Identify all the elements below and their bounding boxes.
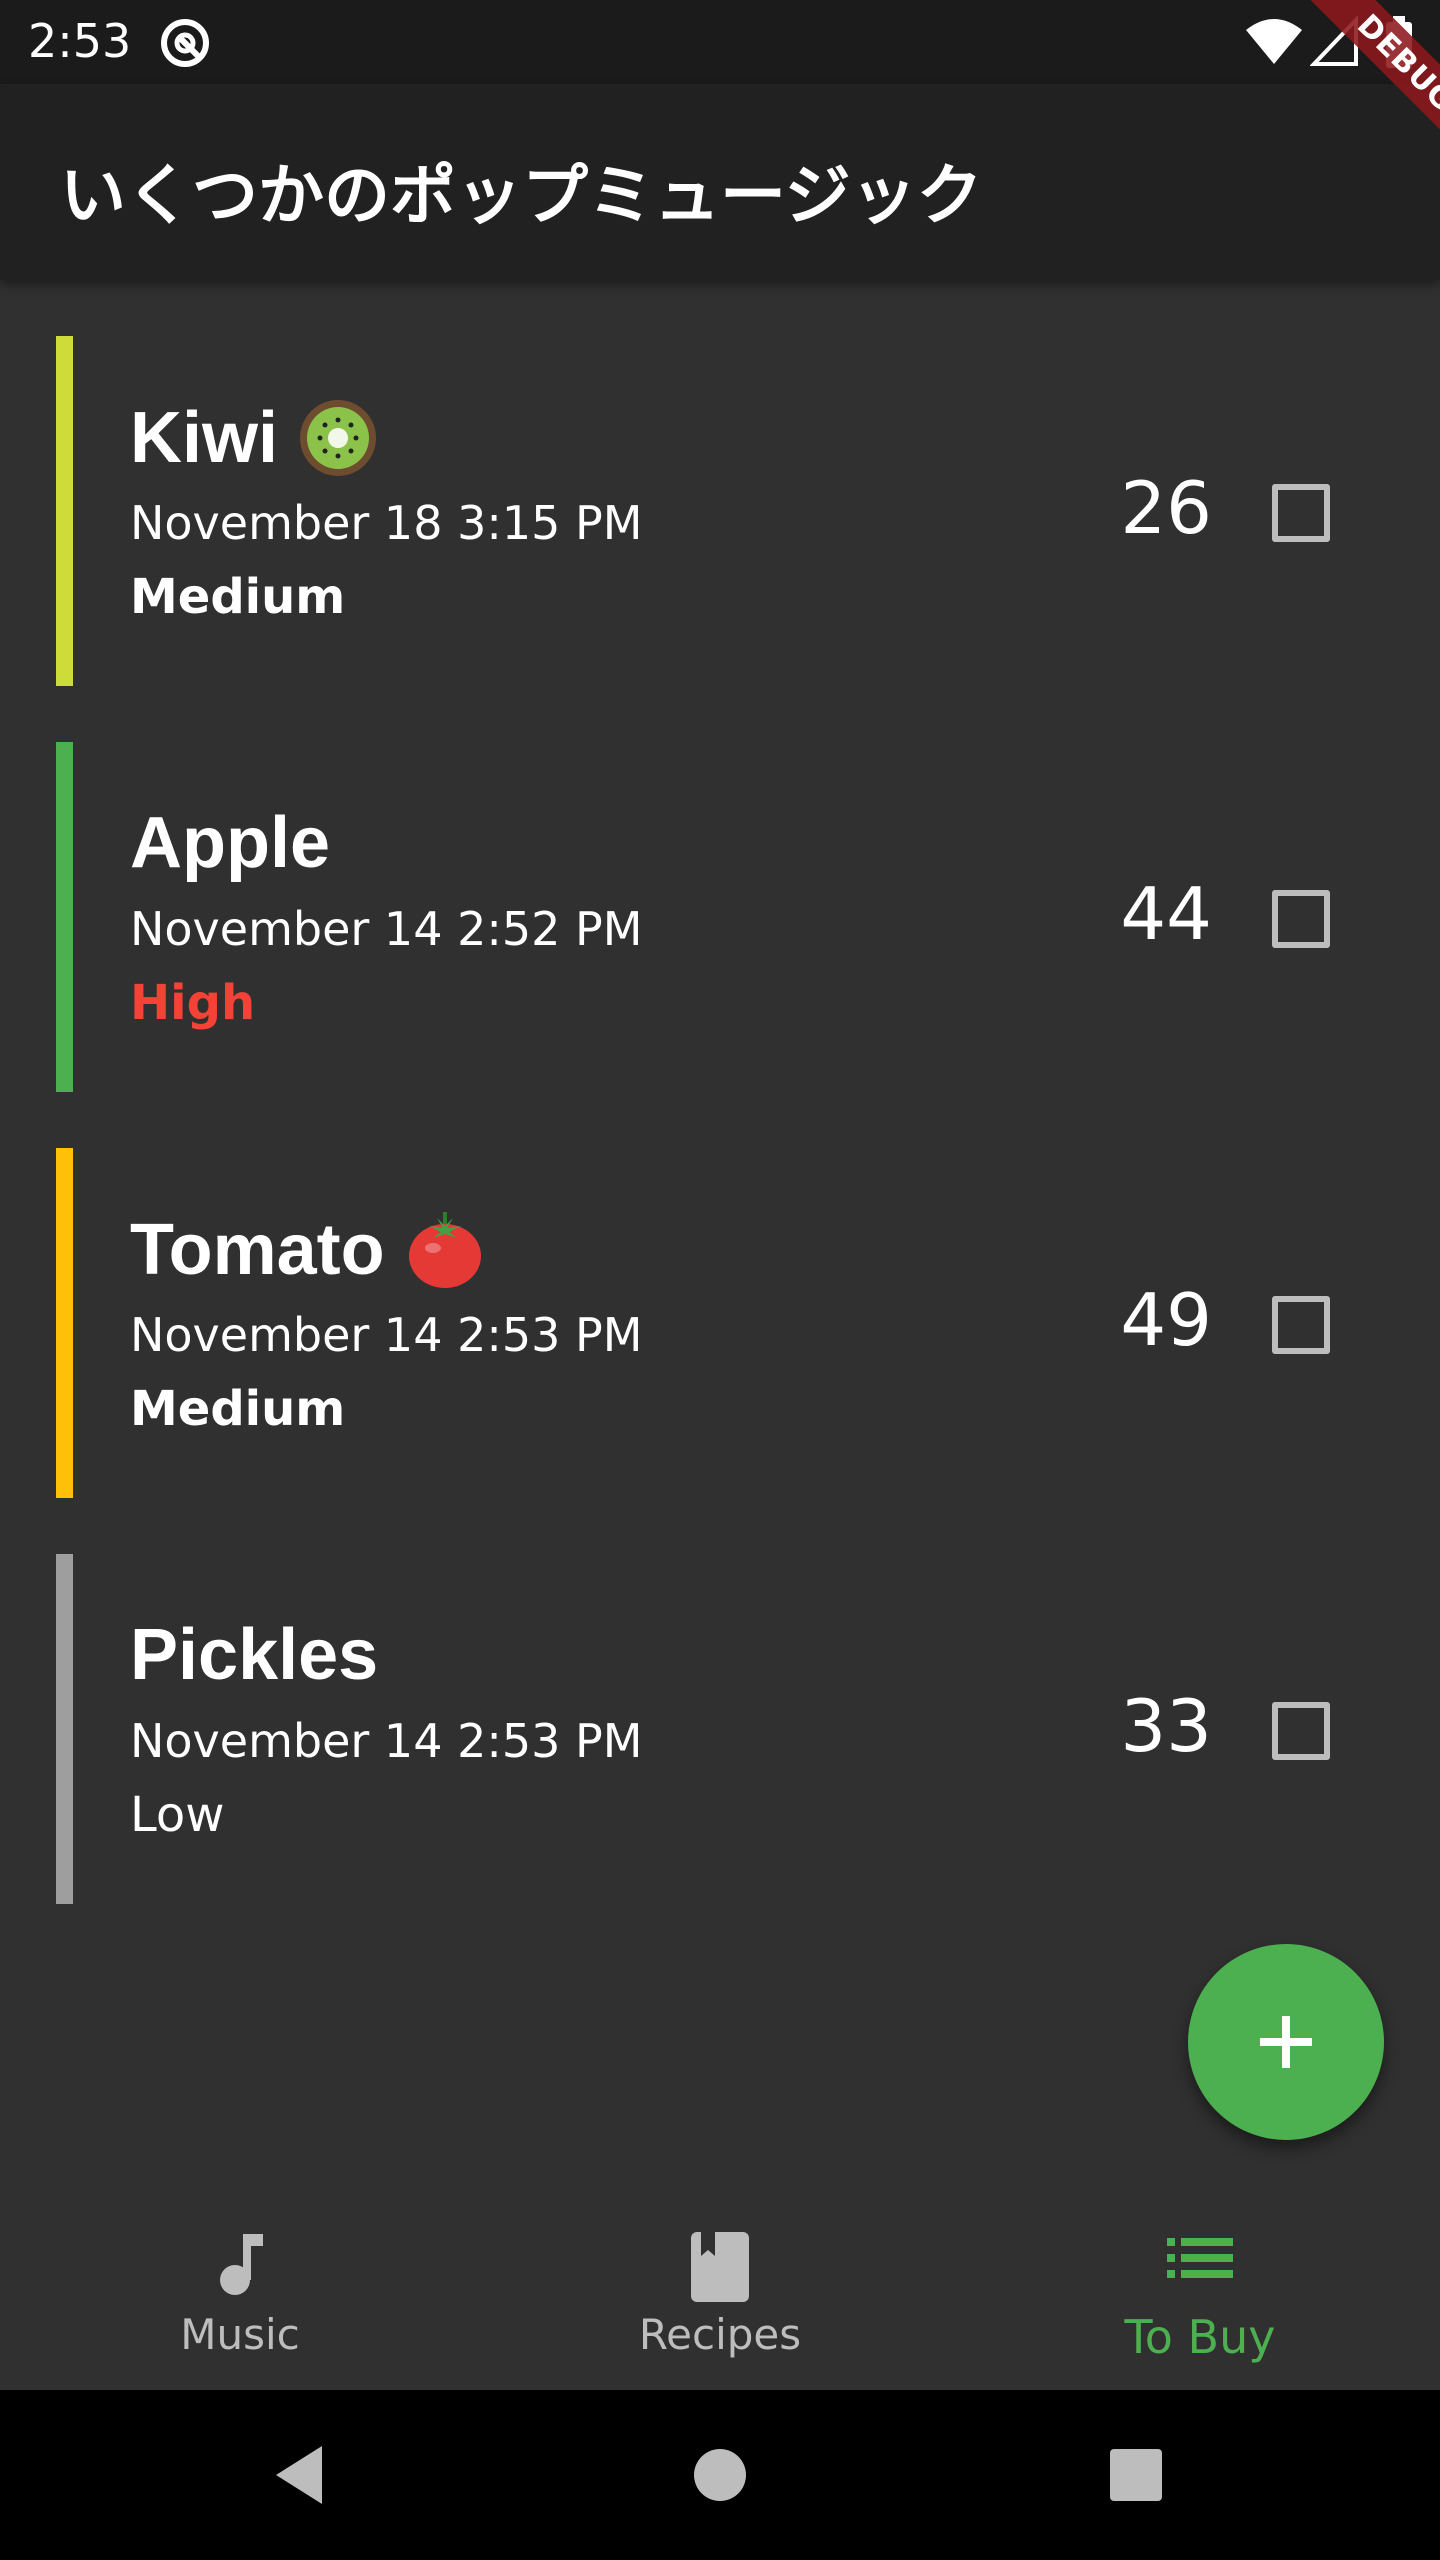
item-name: Apple	[130, 802, 330, 884]
nav-label-music: Music	[180, 2310, 300, 2359]
list-item[interactable]: Tomato November 14 2:53 PM Medium 49	[0, 1148, 1440, 1498]
item-name: Pickles	[130, 1614, 378, 1696]
priority-color-bar	[56, 1554, 73, 1904]
wifi-icon	[1246, 19, 1302, 64]
priority-color-bar	[56, 1148, 73, 1498]
recents-icon[interactable]	[1108, 2440, 1164, 2510]
item-name-text: Tomato	[130, 1210, 385, 1290]
item-quantity: 49	[1120, 1278, 1212, 1362]
item-quantity: 44	[1120, 872, 1212, 956]
item-priority: Low	[130, 1787, 225, 1843]
item-checkbox[interactable]	[1272, 890, 1330, 948]
status-bar: 2:53	[0, 0, 1440, 84]
item-checkbox[interactable]	[1272, 1702, 1330, 1760]
system-navigation-bar	[0, 2390, 1440, 2560]
app-bar: いくつかのポップミュージック	[0, 84, 1440, 280]
item-checkbox[interactable]	[1272, 1296, 1330, 1354]
item-date: November 14 2:52 PM	[130, 902, 643, 956]
item-priority: Medium	[130, 569, 346, 625]
item-name-text: Pickles	[130, 1615, 379, 1695]
item-name: Tomato	[130, 1208, 487, 1292]
nav-label-recipes: Recipes	[638, 2310, 802, 2359]
nav-label-to-buy: To Buy	[1124, 2310, 1276, 2364]
list-item[interactable]: Pickles November 14 2:53 PM Low 33	[0, 1554, 1440, 1904]
priority-color-bar	[56, 742, 73, 1092]
list-item[interactable]: Apple November 14 2:52 PM High 44	[0, 742, 1440, 1092]
item-quantity: 33	[1120, 1684, 1212, 1768]
item-quantity: 26	[1120, 466, 1212, 550]
cell-signal-icon	[1310, 15, 1358, 66]
nav-item-music[interactable]: Music	[0, 2190, 480, 2390]
item-name: Kiwi	[130, 396, 380, 480]
nav-item-to-buy[interactable]: To Buy	[960, 2190, 1440, 2390]
plus-icon	[1260, 2016, 1312, 2068]
back-icon[interactable]	[270, 2440, 330, 2510]
list-icon	[1167, 2238, 1233, 2278]
home-icon[interactable]	[692, 2440, 748, 2510]
status-time: 2:53	[28, 14, 132, 68]
bottom-navigation: Music Recipes To Buy	[0, 2190, 1440, 2390]
tomato-icon	[408, 1212, 481, 1288]
kiwi-icon	[300, 400, 377, 476]
music-note-icon	[220, 2234, 263, 2295]
item-date: November 14 2:53 PM	[130, 1714, 643, 1768]
item-name-text: Kiwi	[130, 398, 279, 478]
item-priority: Medium	[130, 1381, 346, 1437]
item-date: November 14 2:53 PM	[130, 1308, 643, 1362]
priority-color-bar	[56, 336, 73, 686]
item-name-text: Apple	[130, 803, 331, 883]
nav-item-recipes[interactable]: Recipes	[480, 2190, 960, 2390]
item-checkbox[interactable]	[1272, 484, 1330, 542]
list-item[interactable]: Kiwi November 18 3:15 PM Medium 26	[0, 336, 1440, 686]
item-date: November 18 3:15 PM	[130, 496, 643, 550]
item-priority: High	[130, 975, 256, 1031]
add-item-button[interactable]	[1188, 1944, 1384, 2140]
book-icon	[691, 2232, 749, 2302]
battery-icon	[1386, 16, 1412, 68]
page-title: いくつかのポップミュージック	[60, 157, 983, 234]
app-notification-icon	[161, 19, 209, 67]
